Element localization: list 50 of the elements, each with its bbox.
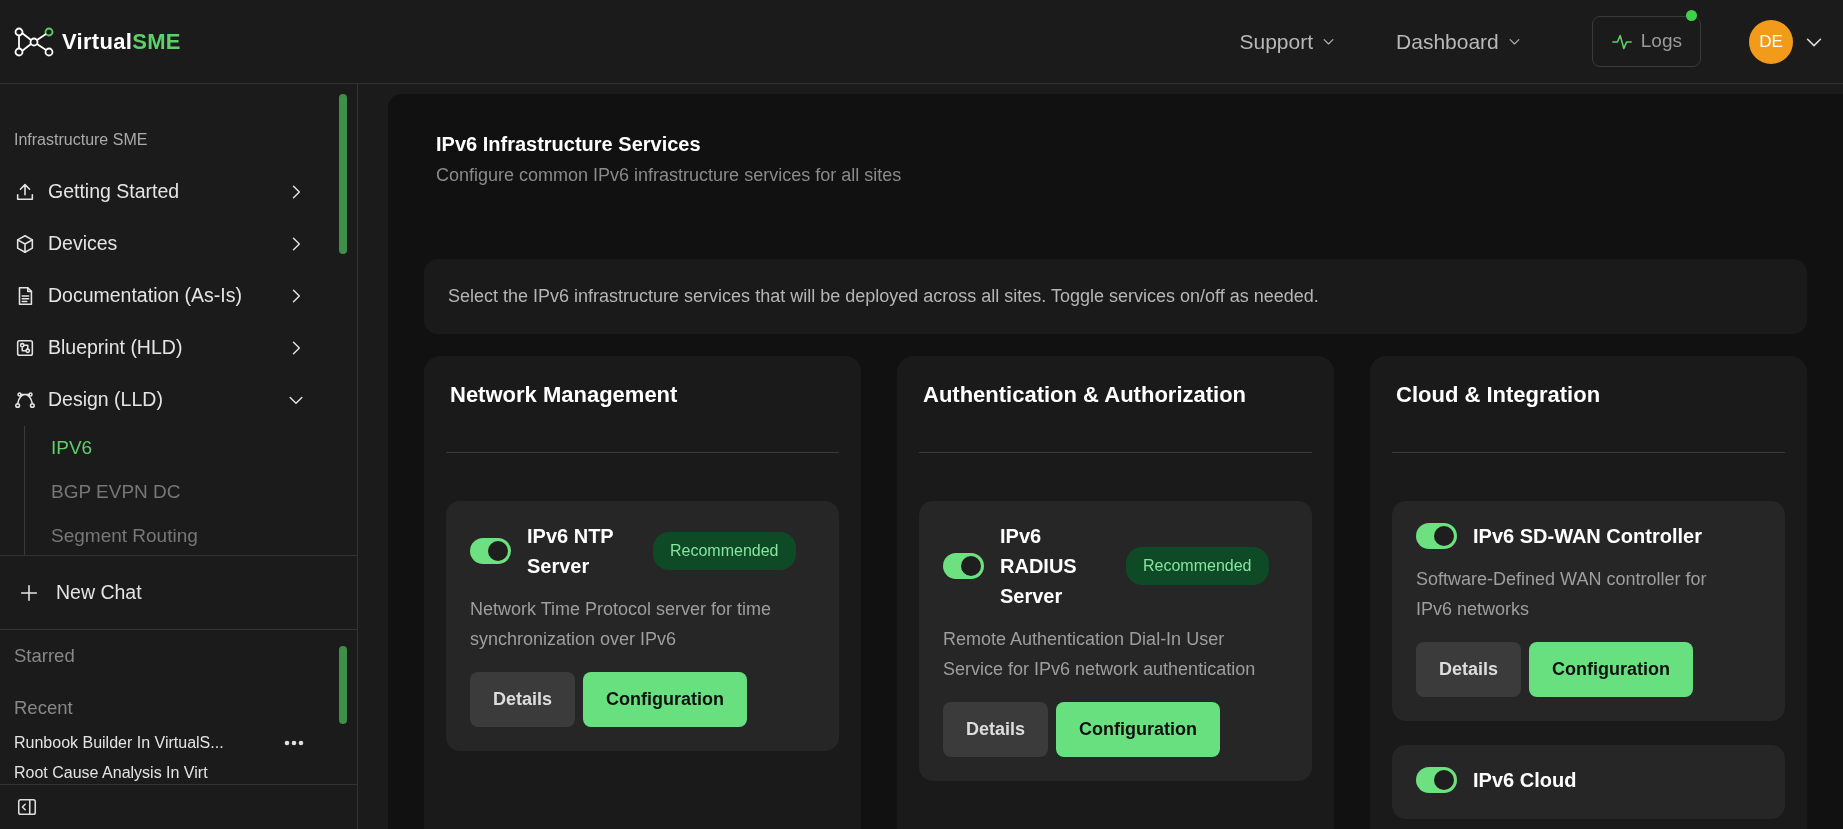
new-chat-button[interactable]: New Chat [0, 556, 357, 630]
recommended-badge: Recommended [653, 532, 796, 570]
menu-dropdown[interactable]: Dashboard [1390, 24, 1528, 59]
menu-dropdown[interactable]: Support [1233, 24, 1343, 59]
configuration-button[interactable]: Configuration [583, 672, 747, 728]
service-name: IPv6 RADIUS Server [1000, 524, 1078, 609]
logs-button[interactable]: Logs [1591, 16, 1701, 67]
page-title: IPv6 Infrastructure Services [436, 132, 702, 156]
cube-icon [14, 233, 36, 255]
section-label: Starred [14, 644, 76, 668]
category-title: Authentication & Authorization [923, 382, 1248, 409]
service-description: Remote Authentication Dial-In User Service for IPv6 network authentication [943, 628, 1257, 681]
section-label: Infrastructure SME [13, 130, 149, 150]
sidebar-item[interactable]: Getting Started [0, 166, 320, 218]
details-button[interactable]: Details [1416, 642, 1522, 698]
service-description: Software-Defined WAN controller for IPv6 networks [1416, 568, 1708, 621]
category-title: Network Management [450, 382, 679, 409]
sidebar-subitem[interactable]: IPV6 [51, 426, 93, 470]
recommended-badge: Recommended [1126, 547, 1269, 585]
brand-name: VirtualSME [62, 28, 181, 56]
info-text: Select the IPv6 infrastructure services that will be deployed across all sites. Toggle services on/off as needed. [424, 259, 1807, 334]
details-button[interactable]: Details [470, 672, 576, 728]
toggle-switch[interactable] [1416, 523, 1457, 549]
sidebar-collapse-icon [16, 796, 38, 818]
service-description: Network Time Protocol server for time synchronization over IPv6 [470, 598, 773, 651]
sidebar-subitem[interactable]: Segment Routing [51, 514, 198, 555]
sidebar-item[interactable]: Devices [0, 218, 320, 270]
configuration-button[interactable]: Configuration [1056, 702, 1220, 758]
diagram-icon [14, 337, 36, 359]
chat-item[interactable]: Root Cause Analysis In Virt [14, 757, 304, 784]
toggle-switch[interactable] [1416, 767, 1457, 794]
more-icon[interactable] [284, 739, 304, 746]
details-button[interactable]: Details [943, 702, 1049, 758]
section-label: Recent [14, 695, 74, 720]
curve-icon [14, 389, 36, 411]
upload-icon [14, 181, 36, 203]
page-subtitle: Configure common IPv6 infrastructure services for all sites [436, 164, 903, 187]
toggle-switch[interactable] [470, 538, 511, 564]
configuration-button[interactable]: Configuration [1529, 642, 1693, 698]
logo-icon [14, 26, 54, 57]
sidebar-item[interactable]: Documentation (As-Is) [0, 270, 320, 322]
sidebar-item[interactable]: Design (LLD) [0, 374, 320, 426]
sidebar-subitem[interactable]: BGP EVPN DC [51, 470, 181, 514]
service-name: IPv6 Cloud [1473, 768, 1578, 794]
service-name: IPv6 SD-WAN Controller [1473, 524, 1703, 549]
service-name: IPv6 NTP Server [527, 524, 615, 579]
sidebar-item[interactable]: Blueprint (HLD) [0, 322, 320, 374]
toggle-switch[interactable] [943, 553, 984, 579]
chat-item[interactable]: Runbook Builder In VirtualS... [14, 727, 304, 758]
category-title: Cloud & Integration [1396, 382, 1602, 409]
